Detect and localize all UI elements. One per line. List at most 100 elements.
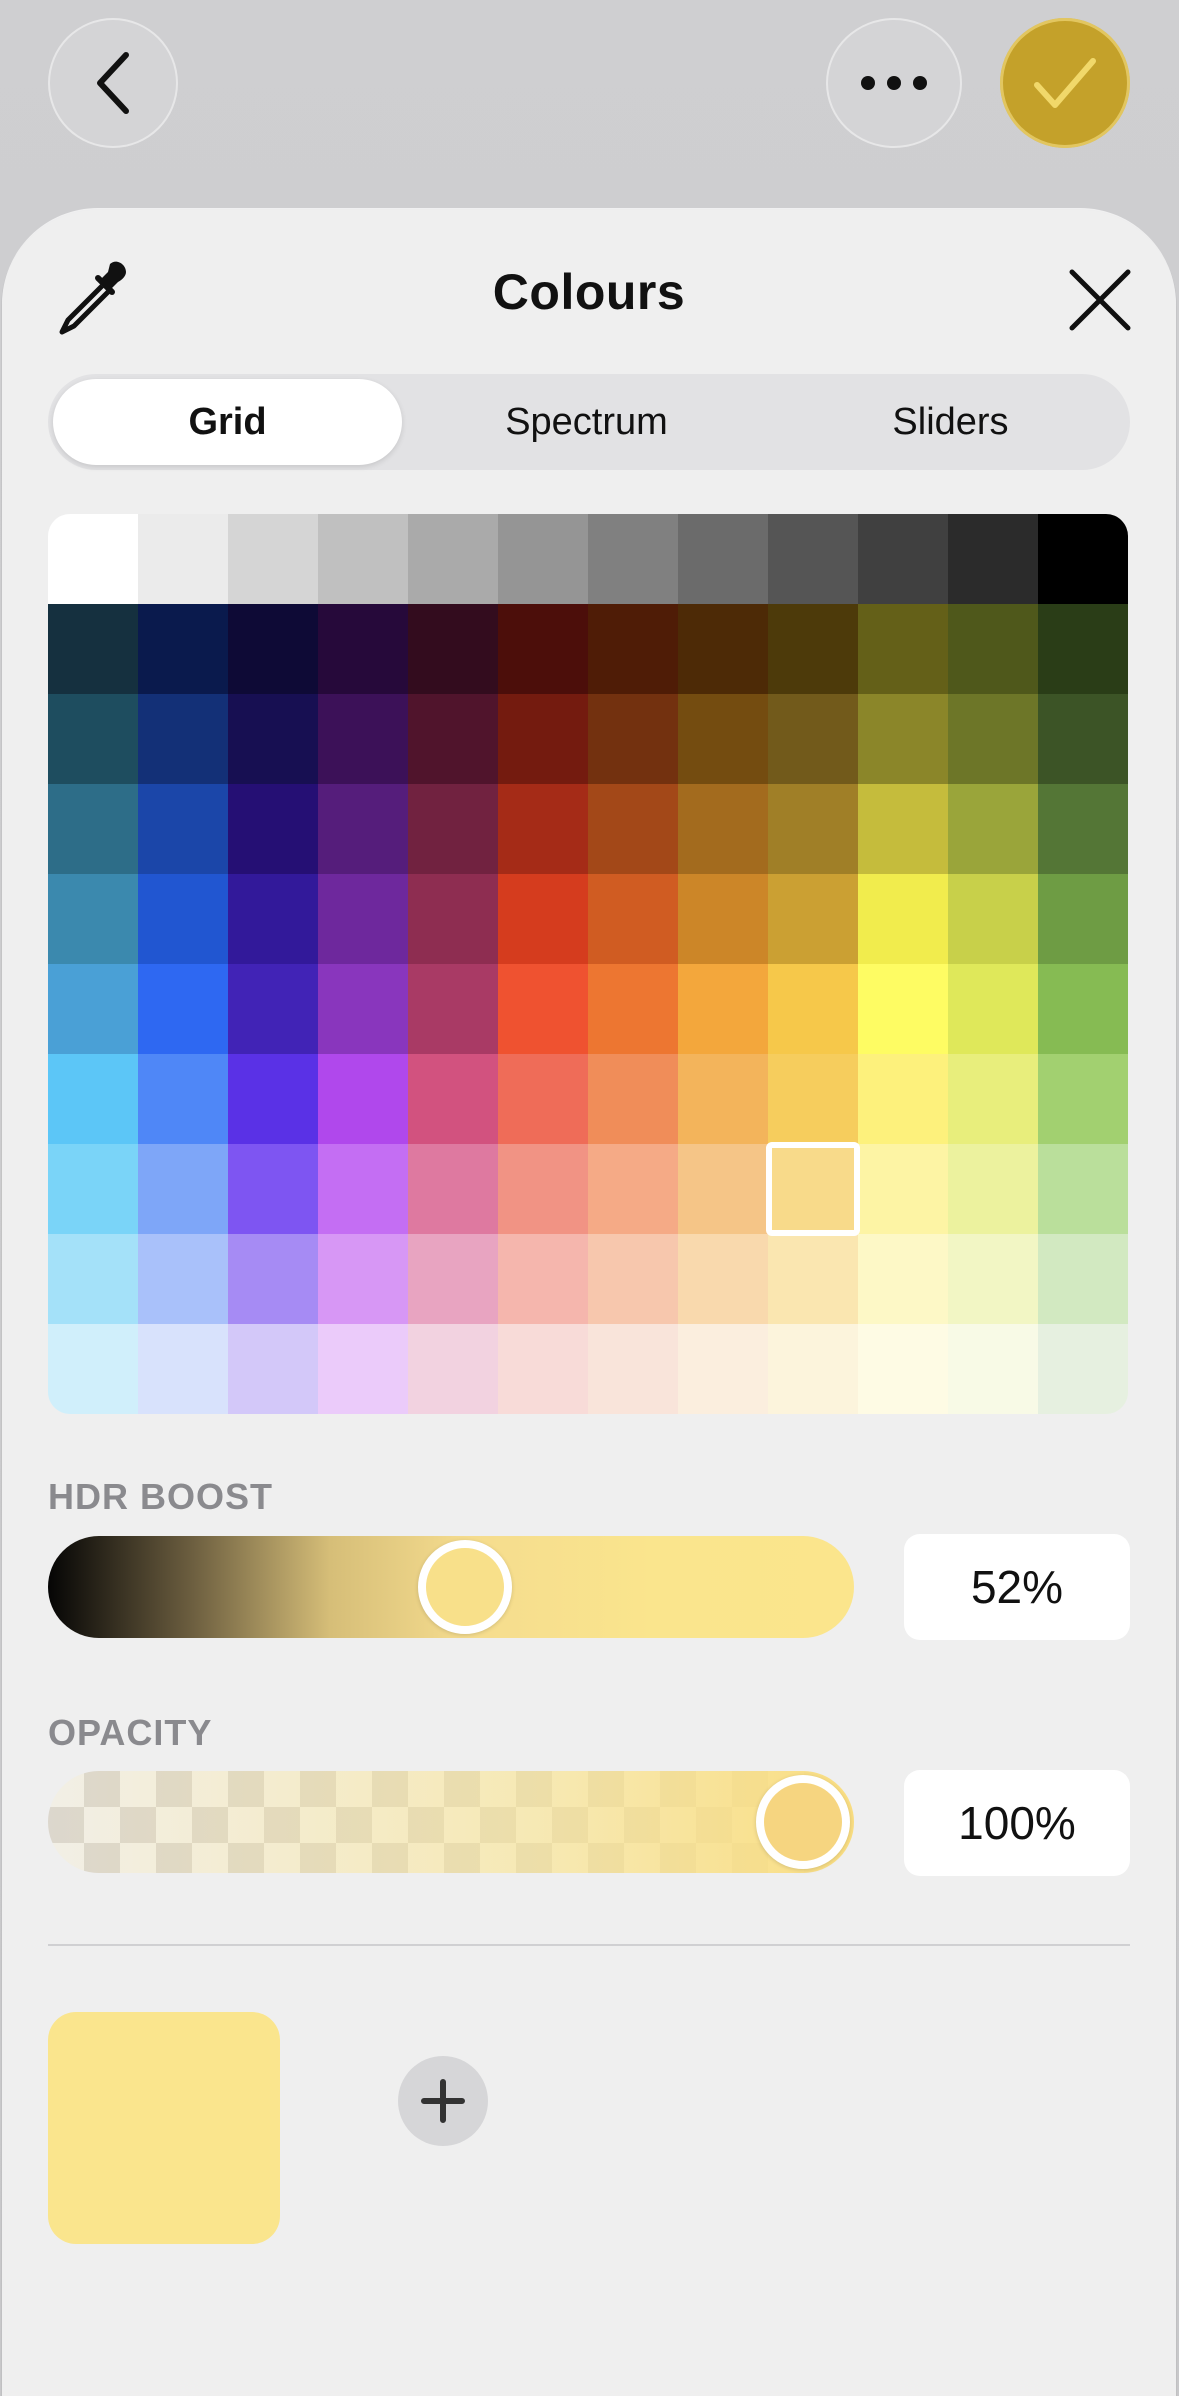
colour-swatch[interactable] (858, 964, 948, 1054)
colour-swatch[interactable] (588, 1054, 678, 1144)
colour-swatch[interactable] (228, 1054, 318, 1144)
colour-swatch[interactable] (138, 514, 228, 604)
colour-swatch[interactable] (318, 604, 408, 694)
colour-swatch[interactable] (588, 1324, 678, 1414)
colour-swatch[interactable] (588, 1144, 678, 1234)
colour-swatch[interactable] (318, 1324, 408, 1414)
colour-swatch[interactable] (588, 874, 678, 964)
add-colour-button[interactable] (398, 2056, 488, 2146)
colour-swatch[interactable] (48, 1234, 138, 1324)
colour-swatch[interactable] (228, 964, 318, 1054)
colour-swatch[interactable] (768, 1054, 858, 1144)
colour-swatch[interactable] (408, 1144, 498, 1234)
colour-swatch[interactable] (1038, 1324, 1128, 1414)
colour-swatch[interactable] (1038, 604, 1128, 694)
colour-swatch[interactable] (228, 1324, 318, 1414)
colour-swatch[interactable] (678, 964, 768, 1054)
colour-swatch[interactable] (138, 964, 228, 1054)
hdr-boost-thumb[interactable] (418, 1540, 513, 1634)
colour-swatch[interactable] (588, 694, 678, 784)
colour-swatch[interactable] (588, 964, 678, 1054)
colour-swatch[interactable] (498, 604, 588, 694)
colour-swatch[interactable] (948, 1144, 1038, 1234)
colour-swatch[interactable] (768, 964, 858, 1054)
colour-swatch[interactable] (318, 1054, 408, 1144)
colour-swatch[interactable] (138, 784, 228, 874)
colour-swatch[interactable] (858, 514, 948, 604)
tab-spectrum[interactable]: Spectrum (407, 379, 766, 465)
colour-swatch[interactable] (948, 874, 1038, 964)
more-options-button[interactable] (826, 18, 962, 148)
colour-swatch[interactable] (228, 874, 318, 964)
colour-swatch[interactable] (498, 784, 588, 874)
colour-swatch[interactable] (678, 874, 768, 964)
colour-swatch[interactable] (228, 784, 318, 874)
colour-swatch[interactable] (678, 1054, 768, 1144)
colour-swatch[interactable] (498, 694, 588, 784)
colour-swatch[interactable] (318, 784, 408, 874)
colour-swatch[interactable] (588, 604, 678, 694)
colour-swatch[interactable] (498, 1144, 588, 1234)
colour-swatch[interactable] (1038, 964, 1128, 1054)
colour-swatch[interactable] (408, 964, 498, 1054)
close-icon[interactable] (1062, 262, 1138, 338)
colour-swatch[interactable] (318, 964, 408, 1054)
colour-swatch[interactable] (858, 784, 948, 874)
colour-swatch[interactable] (678, 1144, 768, 1234)
colour-swatch[interactable] (948, 604, 1038, 694)
colour-swatch[interactable] (48, 874, 138, 964)
colour-swatch[interactable] (678, 604, 768, 694)
colour-swatch[interactable] (768, 784, 858, 874)
opacity-value[interactable]: 100% (904, 1770, 1130, 1876)
colour-swatch[interactable] (948, 964, 1038, 1054)
colour-swatch[interactable] (48, 514, 138, 604)
colour-swatch[interactable] (408, 874, 498, 964)
colour-swatch[interactable] (1038, 1144, 1128, 1234)
colour-swatch[interactable] (138, 1324, 228, 1414)
colour-swatch[interactable] (498, 1324, 588, 1414)
colour-swatch[interactable] (588, 784, 678, 874)
colour-swatch[interactable] (228, 604, 318, 694)
colour-swatch[interactable] (768, 1324, 858, 1414)
colour-swatch[interactable] (858, 1054, 948, 1144)
colour-swatch[interactable] (858, 1234, 948, 1324)
colour-swatch[interactable] (138, 1144, 228, 1234)
colour-swatch[interactable] (408, 784, 498, 874)
colour-swatch[interactable] (678, 1234, 768, 1324)
colour-swatch[interactable] (858, 1144, 948, 1234)
colour-swatch[interactable] (768, 874, 858, 964)
colour-swatch[interactable] (408, 514, 498, 604)
colour-swatch[interactable] (48, 694, 138, 784)
colour-swatch[interactable] (138, 1054, 228, 1144)
colour-swatch[interactable] (318, 694, 408, 784)
colour-swatch[interactable] (138, 604, 228, 694)
colour-swatch[interactable] (318, 874, 408, 964)
colour-swatch[interactable] (318, 1234, 408, 1324)
colour-swatch[interactable] (1038, 1234, 1128, 1324)
colour-swatch[interactable] (1038, 1054, 1128, 1144)
colour-swatch[interactable] (498, 1054, 588, 1144)
colour-swatch[interactable] (768, 694, 858, 784)
colour-swatch[interactable] (858, 604, 948, 694)
colour-swatch[interactable] (678, 694, 768, 784)
colour-swatch[interactable] (948, 514, 1038, 604)
colour-swatch[interactable] (768, 1234, 858, 1324)
colour-swatch[interactable] (138, 874, 228, 964)
colour-swatch[interactable] (498, 514, 588, 604)
colour-swatch[interactable] (1038, 874, 1128, 964)
colour-swatch[interactable] (768, 514, 858, 604)
colour-swatch[interactable] (408, 1054, 498, 1144)
colour-swatch[interactable] (228, 1144, 318, 1234)
colour-swatch[interactable] (948, 1234, 1038, 1324)
colour-swatch[interactable] (408, 1324, 498, 1414)
colour-swatch[interactable] (48, 1054, 138, 1144)
colour-swatch[interactable] (138, 694, 228, 784)
colour-swatch[interactable] (858, 874, 948, 964)
colour-swatch[interactable] (1038, 514, 1128, 604)
colour-swatch[interactable] (408, 604, 498, 694)
back-button[interactable] (48, 18, 178, 148)
colour-swatch[interactable] (48, 784, 138, 874)
colour-swatch[interactable] (948, 694, 1038, 784)
colour-swatch[interactable] (498, 1234, 588, 1324)
colour-swatch[interactable] (408, 1234, 498, 1324)
